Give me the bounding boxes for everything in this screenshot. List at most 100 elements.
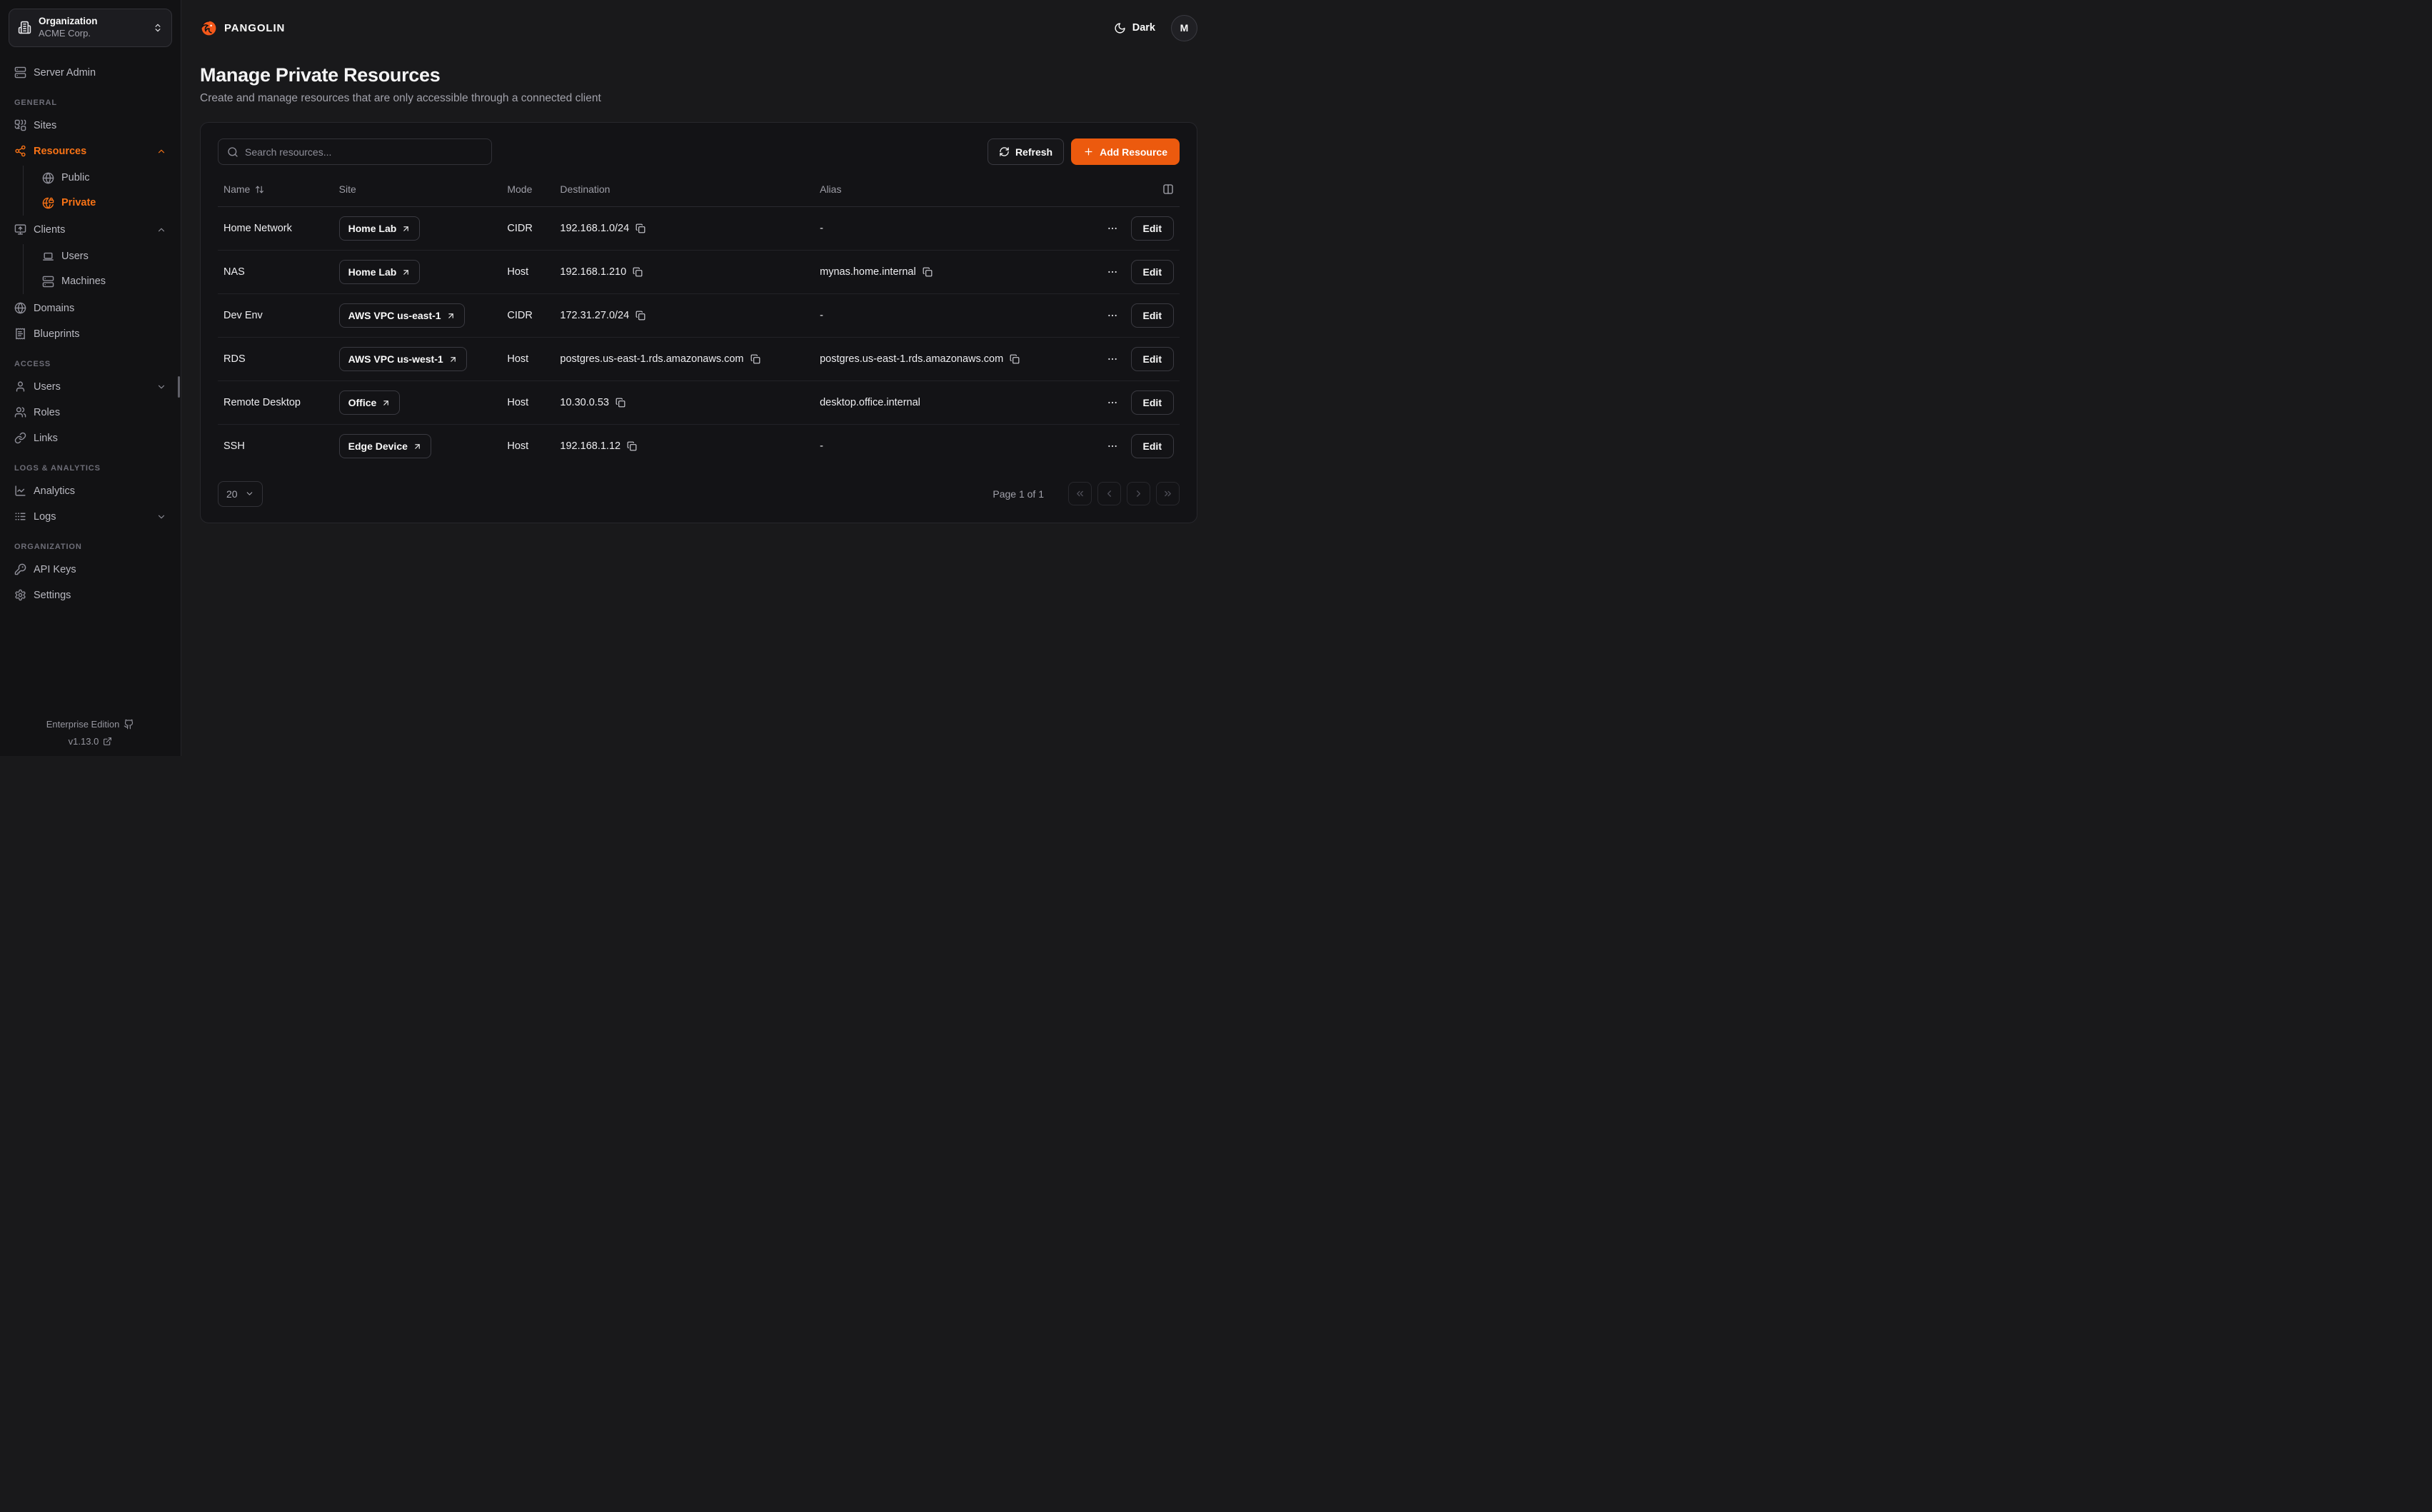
site-link[interactable]: AWS VPC us-east-1	[339, 303, 465, 328]
edit-button[interactable]: Edit	[1131, 390, 1174, 415]
row-menu-button[interactable]	[1105, 265, 1120, 279]
row-menu-button[interactable]	[1105, 395, 1120, 410]
theme-toggle-button[interactable]: Dark	[1114, 22, 1155, 34]
building-icon	[18, 21, 31, 34]
brand-name: PANGOLIN	[224, 22, 285, 34]
search-box	[218, 138, 492, 165]
copy-button[interactable]	[627, 441, 637, 451]
table-row: NAS Home Lab Host 192.168.1.210 mynas.ho…	[218, 251, 1180, 294]
monitor-up-icon	[14, 223, 26, 236]
sidebar-footer: Enterprise Edition v1.13.0	[9, 712, 172, 746]
edit-button[interactable]: Edit	[1131, 347, 1174, 371]
site-link[interactable]: Home Lab	[339, 260, 421, 284]
sidebar-item-roles[interactable]: Roles	[9, 400, 172, 425]
next-page-button[interactable]	[1127, 482, 1150, 505]
copy-button[interactable]	[1010, 354, 1020, 364]
sidebar-item-private[interactable]: Private	[36, 191, 172, 216]
sidebar-item-client-users[interactable]: Users	[36, 244, 172, 269]
sidebar-item-logs[interactable]: Logs	[9, 504, 172, 530]
refresh-button[interactable]: Refresh	[988, 138, 1064, 165]
main-content: PANGOLIN Dark M Manage Private Resources…	[181, 0, 1216, 756]
sidebar-item-machines[interactable]: Machines	[36, 269, 172, 294]
logs-icon	[14, 510, 26, 523]
sidebar-item-settings[interactable]: Settings	[9, 583, 172, 608]
toolbar: Refresh Add Resource	[218, 138, 1180, 165]
brand[interactable]: PANGOLIN	[200, 19, 285, 37]
site-link[interactable]: Edge Device	[339, 434, 431, 458]
page-size-select[interactable]: 20	[218, 481, 263, 507]
column-visibility-button[interactable]	[1162, 183, 1174, 195]
row-menu-button[interactable]	[1105, 439, 1120, 453]
copy-button[interactable]	[923, 267, 933, 277]
column-header-name[interactable]: Name	[218, 178, 333, 207]
copy-icon	[750, 354, 760, 364]
edit-button[interactable]: Edit	[1131, 303, 1174, 328]
destination-value: 192.168.1.12	[560, 440, 620, 452]
sidebar-item-api-keys[interactable]: API Keys	[9, 557, 172, 583]
copy-button[interactable]	[615, 398, 625, 408]
chevron-left-icon	[1104, 488, 1115, 499]
table-header-row: Name Site Mode Destination Alias	[218, 178, 1180, 207]
copy-button[interactable]	[635, 223, 645, 233]
last-page-button[interactable]	[1156, 482, 1180, 505]
topbar: PANGOLIN Dark M	[200, 0, 1197, 56]
avatar[interactable]: M	[1171, 15, 1197, 41]
resources-table: Name Site Mode Destination Alias	[218, 178, 1180, 468]
table-row: Remote Desktop Office Host 10.30.0.53 de…	[218, 381, 1180, 425]
sidebar-item-users[interactable]: Users	[9, 374, 172, 400]
sidebar-item-server-admin[interactable]: Server Admin	[9, 60, 172, 86]
resource-name: RDS	[218, 338, 333, 381]
copy-icon	[923, 267, 933, 277]
edit-button[interactable]: Edit	[1131, 434, 1174, 458]
edit-button[interactable]: Edit	[1131, 216, 1174, 241]
site-link[interactable]: Office	[339, 390, 401, 415]
globe-icon	[14, 302, 26, 314]
external-link-icon[interactable]	[103, 737, 112, 746]
resource-mode: CIDR	[501, 207, 554, 251]
resource-name: Home Network	[218, 207, 333, 251]
sidebar-item-sites[interactable]: Sites	[9, 113, 172, 138]
page-title: Manage Private Resources	[200, 64, 1197, 86]
first-page-button[interactable]	[1068, 482, 1092, 505]
prev-page-button[interactable]	[1097, 482, 1121, 505]
copy-button[interactable]	[635, 311, 645, 321]
sidebar-item-public[interactable]: Public	[36, 166, 172, 191]
sidebar-item-clients[interactable]: Clients	[9, 217, 172, 243]
row-menu-button[interactable]	[1105, 308, 1120, 323]
resource-name: Remote Desktop	[218, 381, 333, 425]
receipt-icon	[14, 328, 26, 340]
search-input[interactable]	[245, 146, 483, 158]
section-general: GENERAL	[14, 99, 166, 107]
site-link[interactable]: Home Lab	[339, 216, 421, 241]
sidebar-item-links[interactable]: Links	[9, 425, 172, 451]
edit-button[interactable]: Edit	[1131, 260, 1174, 284]
globe-icon	[42, 172, 54, 184]
table-row: Dev Env AWS VPC us-east-1 CIDR 172.31.27…	[218, 294, 1180, 338]
org-switcher-label: Organization	[39, 16, 146, 28]
copy-button[interactable]	[750, 354, 760, 364]
chevron-right-icon	[1133, 488, 1144, 499]
row-menu-button[interactable]	[1105, 221, 1120, 236]
sidebar-item-resources[interactable]: Resources	[9, 138, 172, 164]
table-row: SSH Edge Device Host 192.168.1.12 - Edit	[218, 425, 1180, 468]
row-menu-button[interactable]	[1105, 352, 1120, 366]
edition-label: Enterprise Edition	[46, 720, 120, 729]
alias-value: desktop.office.internal	[814, 381, 1097, 425]
sidebar-item-analytics[interactable]: Analytics	[9, 478, 172, 504]
alias-value: -	[814, 425, 1097, 468]
chevron-up-icon	[156, 146, 166, 156]
chart-line-icon	[14, 485, 26, 497]
sidebar-item-domains[interactable]: Domains	[9, 296, 172, 321]
section-logs-analytics: LOGS & ANALYTICS	[14, 464, 166, 473]
sidebar-scrollbar[interactable]	[178, 376, 180, 398]
site-link[interactable]: AWS VPC us-west-1	[339, 347, 467, 371]
add-resource-button[interactable]: Add Resource	[1071, 138, 1180, 165]
org-switcher[interactable]: Organization ACME Corp.	[9, 9, 172, 47]
sidebar-item-blueprints[interactable]: Blueprints	[9, 321, 172, 347]
chevron-down-icon	[156, 512, 166, 522]
chevron-up-icon	[156, 225, 166, 235]
github-icon[interactable]	[124, 719, 134, 730]
destination-value: 10.30.0.53	[560, 397, 609, 408]
copy-button[interactable]	[633, 267, 643, 277]
chevron-down-icon	[156, 382, 166, 392]
